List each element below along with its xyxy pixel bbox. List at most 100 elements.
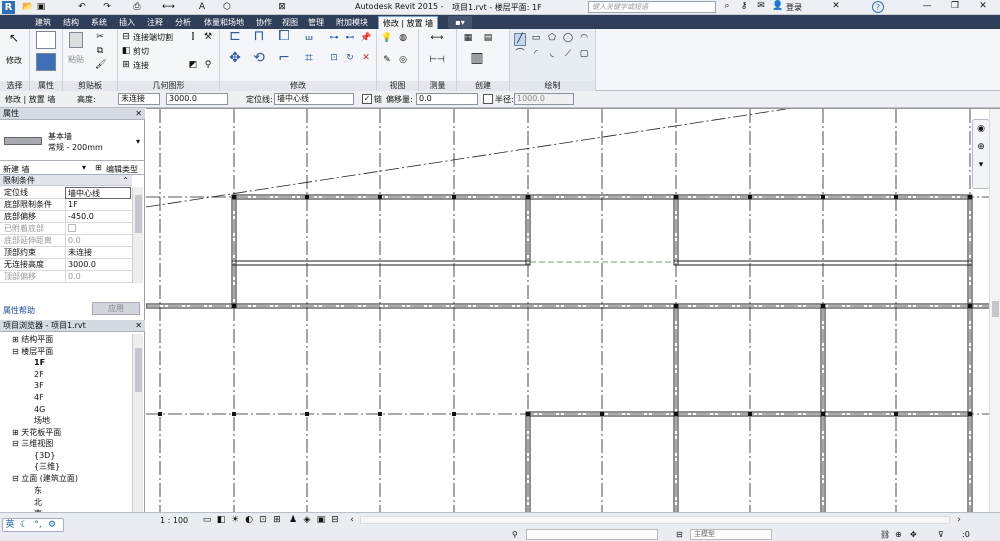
show-crop-icon[interactable]: ⊞ <box>272 515 282 526</box>
cut-label[interactable]: 剪切 <box>133 46 149 57</box>
height-input[interactable]: 3000.0 <box>166 93 228 105</box>
select-arrow-icon[interactable]: ↖ <box>8 32 20 44</box>
pick-face-icon[interactable]: ▢ <box>578 49 590 60</box>
linework-icon[interactable]: ◎ <box>397 55 409 66</box>
unpin-icon[interactable]: ⊡ <box>328 53 340 64</box>
split-face-icon[interactable]: ⚲ <box>203 60 213 71</box>
offset-icon[interactable]: ⊓ <box>250 29 268 43</box>
selection-pinned-icon[interactable]: ⊕ <box>895 530 902 539</box>
collapse-icon[interactable]: ⌃ <box>122 175 129 186</box>
close-view-icon[interactable]: ⊠ <box>277 2 287 13</box>
detail-level-icon[interactable]: ▭ <box>202 515 212 526</box>
subscription-icon[interactable]: ⚷ <box>738 1 750 12</box>
prop-value[interactable]: -450.0 <box>65 211 131 223</box>
circle-icon[interactable]: ◯ <box>562 33 574 44</box>
properties-icon[interactable] <box>36 31 56 49</box>
rotate-icon[interactable]: ↻ <box>344 53 356 64</box>
copy-element-icon[interactable]: ⟲ <box>250 51 268 65</box>
fillet-icon[interactable]: ◟ <box>546 49 558 60</box>
chain-checkbox[interactable]: ✓ <box>362 94 372 104</box>
cut-icon[interactable]: ✂ <box>95 32 105 43</box>
tree-item-floor-plans[interactable]: ⊟ 楼层平面 <box>12 346 53 357</box>
array-icon[interactable]: ⌗ <box>300 51 318 65</box>
tab-insert[interactable]: 插入 <box>114 16 140 29</box>
workset-icon[interactable]: ⚲ <box>512 530 518 539</box>
connect-label[interactable]: 连接 <box>133 60 149 71</box>
search-input[interactable]: 键入关键字或短语 <box>588 1 716 13</box>
wall-join-icon[interactable]: ⫿ <box>188 32 198 43</box>
pin-icon[interactable]: 📌 <box>360 33 372 44</box>
tree-item-ceiling-plans[interactable]: ⊞ 天花板平面 <box>12 427 61 438</box>
new-wall-dropdown-icon[interactable]: ▾ <box>82 163 86 172</box>
shadows-icon[interactable]: ◐ <box>244 515 254 526</box>
scroll-right-icon[interactable]: › <box>954 515 964 526</box>
paste-label[interactable]: 粘贴 <box>68 54 84 65</box>
reveal-hidden-icon[interactable]: ◈ <box>302 515 312 526</box>
brush-icon[interactable]: ✎ <box>381 55 393 66</box>
tree-item-3d-views[interactable]: ⊟ 三维视图 <box>12 438 53 449</box>
visual-style-icon[interactable]: ◧ <box>216 515 226 526</box>
edit-type-button[interactable]: 编辑类型 <box>106 164 138 175</box>
tree-item-structure-plans[interactable]: ⊞ 结构平面 <box>12 334 53 345</box>
tab-addins[interactable]: 附加模块 <box>330 16 374 29</box>
parts-icon[interactable]: ▥ <box>465 51 489 65</box>
create-group-icon[interactable]: ▦ <box>461 33 475 44</box>
scroll-thumb[interactable] <box>135 195 142 233</box>
type-selector[interactable]: 基本墙 常规 - 200mm ▾ <box>0 121 145 161</box>
moon-icon[interactable]: ☾ <box>19 520 29 531</box>
rectangle-icon[interactable]: ▭ <box>530 33 542 44</box>
new-wall-select[interactable]: 新建 墙 <box>3 164 30 175</box>
dimension-icon[interactable]: ⊢⊣ <box>422 55 452 66</box>
mirror-draw-icon[interactable]: ⧢ <box>300 29 318 43</box>
measure-distance-icon[interactable]: ⟷ <box>422 33 452 44</box>
communication-icon[interactable]: ✉ <box>755 1 767 12</box>
print-icon[interactable]: ⎙ <box>132 2 142 13</box>
move-icon[interactable]: ✥ <box>226 51 244 65</box>
delete-icon[interactable]: ✕ <box>360 53 372 64</box>
demolish-icon[interactable]: ⚒ <box>203 32 213 43</box>
type-properties-icon[interactable] <box>36 53 56 71</box>
search-icon[interactable]: ⌕ <box>721 1 733 12</box>
close-icon[interactable]: ✕ <box>976 1 990 12</box>
modify-label[interactable]: 修改 <box>6 55 22 66</box>
connect-icon[interactable]: ⊞ <box>121 60 131 71</box>
arc-icon[interactable]: ◠ <box>578 33 590 44</box>
tree-item-site[interactable]: 场地 <box>34 415 50 426</box>
redo-icon[interactable]: ↷ <box>102 2 112 13</box>
split-icon[interactable]: ⊶ <box>328 33 340 44</box>
view-scale[interactable]: 1 : 100 <box>160 516 188 525</box>
login-button[interactable]: 登录 <box>786 2 802 13</box>
tree-item-3f[interactable]: 3F <box>34 380 44 391</box>
tab-struct[interactable]: 结构 <box>58 16 84 29</box>
measure-icon[interactable]: ⟷ <box>162 2 175 13</box>
tree-item-2f[interactable]: 2F <box>34 369 44 380</box>
tab-extra[interactable]: ▪▾ <box>448 16 472 29</box>
tab-system[interactable]: 系统 <box>86 16 112 29</box>
ime-toolbar[interactable]: 英 ☾ °, ⚙ <box>2 518 64 532</box>
ime-lang[interactable]: 英 <box>5 520 15 531</box>
tree-item-3d[interactable]: {3D} <box>34 450 55 461</box>
attached-checkbox[interactable] <box>68 224 76 232</box>
mirror-axis-icon[interactable]: ⧠ <box>275 29 293 43</box>
close-properties-icon[interactable]: ✕ <box>135 108 142 120</box>
arc-start-icon[interactable]: ⌒ <box>514 49 526 60</box>
tree-item-east[interactable]: 东 <box>34 485 42 496</box>
panel-label[interactable]: 选择 <box>0 81 29 91</box>
close-browser-icon[interactable]: ✕ <box>135 320 142 332</box>
create-similar-icon[interactable]: ▤ <box>481 33 495 44</box>
zoom-icon[interactable]: ⊕ <box>975 142 987 153</box>
scroll-thumb[interactable] <box>135 348 142 392</box>
properties-scrollbar[interactable] <box>132 187 143 283</box>
3d-view-icon[interactable]: ⬡ <box>222 2 232 13</box>
navigation-bar[interactable]: ◉ ⊕ ▾ <box>972 119 990 189</box>
tree-item-4f[interactable]: 4F <box>34 392 44 403</box>
match-icon[interactable]: 🖌 <box>95 60 106 71</box>
tree-item-3d-cn[interactable]: {三维} <box>34 461 60 472</box>
exchange-icon[interactable]: ✕ <box>830 1 842 12</box>
text-icon[interactable]: A <box>197 2 207 13</box>
tree-item-elevations[interactable]: ⊟ 立面 (建筑立面) <box>12 473 78 484</box>
prop-value[interactable]: 未连接 <box>65 247 131 259</box>
zoom-dropdown-icon[interactable]: ▾ <box>975 160 987 171</box>
steering-wheel-icon[interactable]: ◉ <box>975 124 987 135</box>
scale-icon[interactable]: ⊷ <box>344 33 356 44</box>
